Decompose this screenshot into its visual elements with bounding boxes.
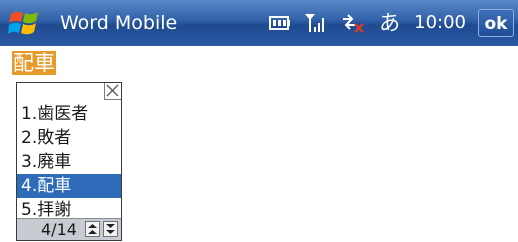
windows-start-icon[interactable] [8,8,42,38]
ok-button[interactable]: ok [478,9,514,37]
status-area: あ 10:00 [269,9,466,37]
candidate-item[interactable]: 1.歯医者 [17,102,121,126]
candidate-item-selected[interactable]: 4.配車 [17,174,121,198]
page-down-button[interactable] [103,221,118,237]
connectivity-icon[interactable] [341,12,365,34]
candidate-item[interactable]: 3.廃車 [17,150,121,174]
page-up-icon [88,224,97,234]
battery-icon[interactable] [269,15,291,31]
page-down-icon [106,224,115,234]
clock[interactable]: 10:00 [414,10,466,36]
title-bar: Word Mobile あ 10:00 ok [0,0,518,46]
app-title: Word Mobile [60,12,178,34]
candidate-footer: 4/14 [17,218,121,240]
candidate-list: 1.歯医者 2.敗者 3.廃車 4.配車 5.拝謝 [17,102,121,222]
signal-icon[interactable] [305,13,327,33]
close-button[interactable] [104,83,121,100]
ime-candidate-window: 1.歯医者 2.敗者 3.廃車 4.配車 5.拝謝 4/14 [16,82,122,241]
ime-composition-text: 配車 [12,51,56,75]
candidate-item[interactable]: 2.敗者 [17,126,121,150]
page-up-button[interactable] [85,221,100,237]
close-icon [106,84,119,97]
page-indicator: 4/14 [41,220,77,239]
candidate-header [17,83,121,100]
ime-mode-indicator[interactable]: あ [379,10,400,36]
document-line[interactable]: 配車 [12,50,56,76]
